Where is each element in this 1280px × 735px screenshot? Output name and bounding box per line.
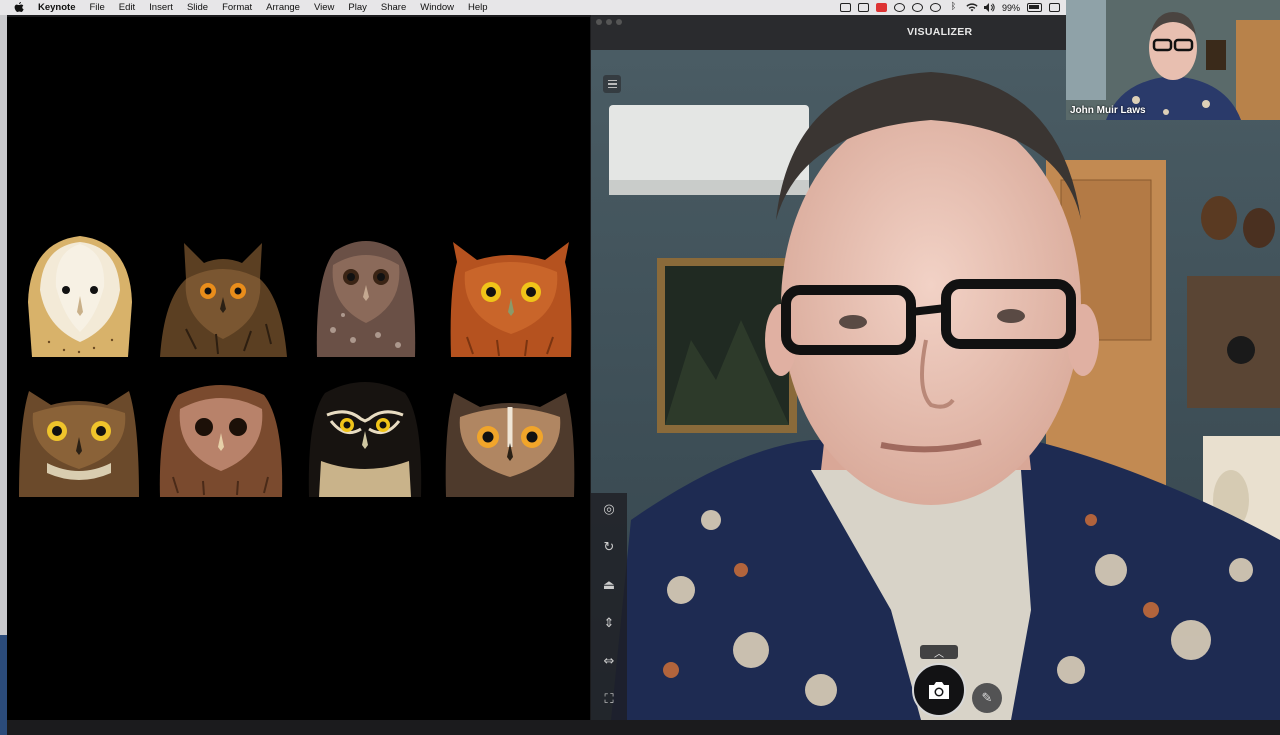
chevron-up-icon[interactable]: ︿ xyxy=(920,645,958,660)
visualizer-window: VISUALIZER ◎ ↻ ⏏ ⇕ ⇔ ⛶ ︿ ✎ xyxy=(591,15,1280,720)
visualizer-title: VISUALIZER xyxy=(907,26,973,38)
menu-insert[interactable]: Insert xyxy=(149,2,173,13)
time-machine-icon[interactable] xyxy=(929,3,941,12)
tawny-owl-image xyxy=(158,381,284,497)
mirror-icon[interactable]: ⇔ xyxy=(599,651,619,671)
menu-app-name[interactable]: Keynote xyxy=(38,2,75,13)
keynote-slide xyxy=(7,17,590,720)
keyboard-icon[interactable] xyxy=(857,3,869,12)
zoom-window-button[interactable] xyxy=(616,19,622,25)
control-center-icon[interactable] xyxy=(1049,3,1060,12)
wifi-icon[interactable] xyxy=(966,3,978,12)
apple-icon[interactable] xyxy=(12,2,26,13)
status-tray: ᛒ 99% xyxy=(839,0,1060,15)
camera-icon xyxy=(929,681,949,699)
menu-play[interactable]: Play xyxy=(348,2,366,13)
screech-owl-image xyxy=(447,242,575,357)
flip-vertical-icon[interactable]: ⇕ xyxy=(599,613,619,633)
battery-icon[interactable] xyxy=(1027,3,1042,12)
annotate-pen-button[interactable]: ✎ xyxy=(972,683,1002,713)
mottled-owl-image xyxy=(313,235,419,357)
capture-camera-button[interactable] xyxy=(912,663,966,717)
menu-share[interactable]: Share xyxy=(381,2,406,13)
keystone-icon[interactable]: ⏏ xyxy=(599,575,619,595)
focus-icon[interactable]: ◎ xyxy=(599,499,619,519)
creative-cloud-icon[interactable] xyxy=(893,3,905,12)
volume-icon[interactable] xyxy=(983,3,995,12)
battery-percent: 99% xyxy=(1001,2,1020,13)
screen-icon[interactable] xyxy=(839,3,851,12)
spectacled-owl-image xyxy=(307,377,423,497)
menu-file[interactable]: File xyxy=(89,2,104,13)
crop-icon[interactable]: ⛶ xyxy=(599,689,619,709)
participant-thumbnail[interactable]: John Muir Laws xyxy=(1066,0,1280,120)
menu-window[interactable]: Window xyxy=(420,2,454,13)
camera-feed xyxy=(591,50,1280,720)
long-eared-owl-image xyxy=(444,387,576,497)
minimize-window-button[interactable] xyxy=(606,19,612,25)
menu-edit[interactable]: Edit xyxy=(119,2,135,13)
menu-arrange[interactable]: Arrange xyxy=(266,2,300,13)
desktop-edge xyxy=(0,15,7,735)
great-horned-owl-image xyxy=(17,383,141,497)
barn-owl-image xyxy=(24,232,136,357)
bluetooth-icon[interactable]: ᛒ xyxy=(948,3,959,12)
close-window-button[interactable] xyxy=(596,19,602,25)
menu-view[interactable]: View xyxy=(314,2,334,13)
rotate-icon[interactable]: ↻ xyxy=(599,537,619,557)
menu-slide[interactable]: Slide xyxy=(187,2,208,13)
hamburger-menu-icon[interactable] xyxy=(603,75,621,93)
eurasian-eagle-owl-image xyxy=(156,239,291,357)
visualizer-toolbar: ◎ ↻ ⏏ ⇕ ⇔ ⛶ xyxy=(591,493,627,720)
menu-format[interactable]: Format xyxy=(222,2,252,13)
app-tray-icon[interactable] xyxy=(875,3,887,12)
sync-icon[interactable] xyxy=(911,3,923,12)
window-controls xyxy=(596,19,622,25)
participant-name: John Muir Laws xyxy=(1070,105,1146,116)
menu-help[interactable]: Help xyxy=(468,2,488,13)
